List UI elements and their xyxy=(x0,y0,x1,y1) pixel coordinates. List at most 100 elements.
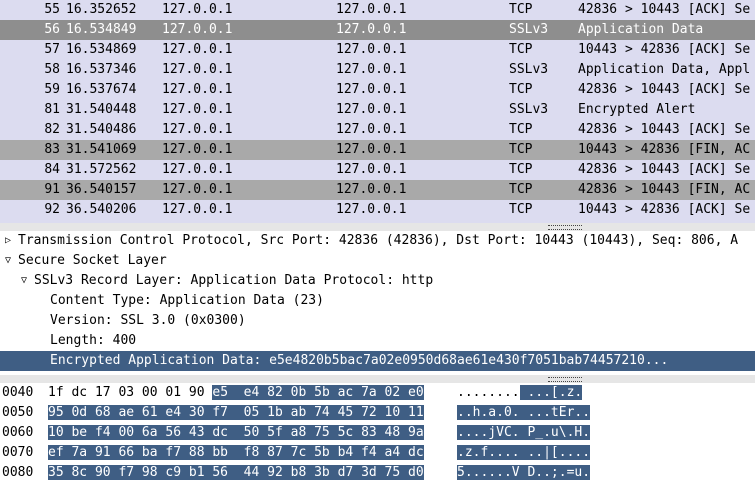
hex-bytes[interactable]: 35 8c 90 f7 98 c9 b1 56 44 92 b8 3b d7 3… xyxy=(48,463,424,483)
packet-destination: 127.0.0.1 xyxy=(336,162,407,177)
ascii-bytes[interactable]: ........ ...[.z. xyxy=(457,383,583,403)
tree-row-label: Length: 400 xyxy=(50,333,137,348)
tree-row[interactable]: ▷ Transmission Control Protocol, Src Port… xyxy=(0,231,755,251)
packet-protocol: TCP xyxy=(509,122,533,137)
hex-bytes-selected: 95 0d 68 ae 61 e4 30 f7 05 1b ab 74 45 7… xyxy=(48,405,424,420)
packet-number: 57 xyxy=(44,42,60,57)
bytes-row: 0040 1f dc 17 03 00 01 90 e5 e4 82 0b 5b … xyxy=(0,383,755,403)
packet-number: 55 xyxy=(44,2,60,17)
packet-row[interactable]: 59 16.537674 127.0.0.1 127.0.0.1 TCP 42836 > … xyxy=(0,80,755,100)
tree-row[interactable]: Version: SSL 3.0 (0x0300) xyxy=(0,311,755,331)
packet-source: 127.0.0.1 xyxy=(162,162,233,177)
packet-info: 42836 > 10443 [ACK] Se xyxy=(578,162,751,177)
ascii-bytes-plain: ........ xyxy=(457,385,520,400)
tree-row-label: Version: SSL 3.0 (0x0300) xyxy=(50,313,246,328)
packet-time: 31.540448 xyxy=(66,102,137,117)
hex-bytes[interactable]: 1f dc 17 03 00 01 90 e5 e4 82 0b 5b ac 7… xyxy=(48,383,424,403)
packet-source: 127.0.0.1 xyxy=(162,182,233,197)
hex-bytes-selected: ef 7a 91 66 ba f7 88 bb f8 87 7c 5b b4 f… xyxy=(48,445,424,460)
packet-source: 127.0.0.1 xyxy=(162,62,233,77)
packet-number: 83 xyxy=(44,142,60,157)
packet-protocol: TCP xyxy=(509,142,533,157)
collapse-triangle-icon[interactable]: ▷ xyxy=(2,231,14,251)
packet-info: 10443 > 42836 [FIN, AC xyxy=(578,142,751,157)
ascii-bytes-selected: .z.f.... ..|[.... xyxy=(457,445,591,460)
ascii-bytes-selected: ...[.z. xyxy=(519,385,583,400)
packet-source: 127.0.0.1 xyxy=(162,202,233,217)
packet-row[interactable]: 56 16.534849 127.0.0.1 127.0.0.1 SSLv3 Applic… xyxy=(0,20,755,40)
packet-time: 16.537346 xyxy=(66,62,137,77)
tree-row-label: Content Type: Application Data (23) xyxy=(50,293,324,308)
packet-time: 16.534869 xyxy=(66,42,137,57)
tree-row[interactable]: ▽ Secure Socket Layer xyxy=(0,251,755,271)
packet-destination: 127.0.0.1 xyxy=(336,182,407,197)
packet-destination: 127.0.0.1 xyxy=(336,42,407,57)
packet-row[interactable]: 84 31.572562 127.0.0.1 127.0.0.1 TCP 42836 > … xyxy=(0,160,755,180)
packet-source: 127.0.0.1 xyxy=(162,22,233,37)
detail-bytes-splitter[interactable] xyxy=(0,375,755,383)
packet-row[interactable]: 82 31.540486 127.0.0.1 127.0.0.1 TCP 42836 > … xyxy=(0,120,755,140)
packet-source: 127.0.0.1 xyxy=(162,82,233,97)
tree-row-label: Transmission Control Protocol, Src Port:… xyxy=(18,233,739,248)
splitter-grip[interactable] xyxy=(548,225,582,230)
packet-time: 36.540157 xyxy=(66,182,137,197)
ascii-bytes-selected: 5......V D..;.=u. xyxy=(457,465,591,480)
hex-bytes-selected: 35 8c 90 f7 98 c9 b1 56 44 92 b8 3b d7 3… xyxy=(48,465,424,480)
ascii-bytes[interactable]: ....jVC. P_.u\.H. xyxy=(457,423,591,443)
ascii-bytes[interactable]: .z.f.... ..|[.... xyxy=(457,443,591,463)
packet-info: Application Data xyxy=(578,22,704,37)
packet-row[interactable]: 83 31.541069 127.0.0.1 127.0.0.1 TCP 10443 > … xyxy=(0,140,755,160)
list-detail-splitter[interactable] xyxy=(0,223,755,231)
packet-protocol: TCP xyxy=(509,202,533,217)
ascii-bytes[interactable]: ..h.a.0. ...tEr.. xyxy=(457,403,591,423)
ascii-bytes-selected: ..h.a.0. ...tEr.. xyxy=(457,405,591,420)
hex-bytes[interactable]: 95 0d 68 ae 61 e4 30 f7 05 1b ab 74 45 7… xyxy=(48,403,424,423)
byte-offset: 0070 xyxy=(2,445,34,460)
packet-source: 127.0.0.1 xyxy=(162,122,233,137)
tree-row[interactable]: ▽ SSLv3 Record Layer: Application Data Pr… xyxy=(0,271,755,291)
tree-row[interactable]: Content Type: Application Data (23) xyxy=(0,291,755,311)
packet-number: 84 xyxy=(44,162,60,177)
packet-time: 16.534849 xyxy=(66,22,137,37)
expand-triangle-icon[interactable]: ▽ xyxy=(2,251,14,271)
tree-row[interactable]: Encrypted Application Data: e5e4820b5bac… xyxy=(0,351,755,371)
packet-row[interactable]: 55 16.352652 127.0.0.1 127.0.0.1 TCP 42836 > … xyxy=(0,0,755,20)
ascii-bytes-selected: ....jVC. P_.u\.H. xyxy=(457,425,591,440)
hex-bytes[interactable]: 10 be f4 00 6a 56 43 dc 50 5f a8 75 5c 8… xyxy=(48,423,424,443)
packet-destination: 127.0.0.1 xyxy=(336,102,407,117)
packet-info: 10443 > 42836 [ACK] Se xyxy=(578,42,751,57)
packet-source: 127.0.0.1 xyxy=(162,142,233,157)
packet-info: Encrypted Alert xyxy=(578,102,696,117)
hex-bytes-selected: 10 be f4 00 6a 56 43 dc 50 5f a8 75 5c 8… xyxy=(48,425,424,440)
byte-offset: 0050 xyxy=(2,405,34,420)
packet-row[interactable]: 81 31.540448 127.0.0.1 127.0.0.1 SSLv3 Encryp… xyxy=(0,100,755,120)
packet-protocol: TCP xyxy=(509,2,533,17)
tree-row[interactable]: Length: 400 xyxy=(0,331,755,351)
expand-triangle-icon[interactable]: ▽ xyxy=(18,271,30,291)
tree-row-label: Secure Socket Layer xyxy=(18,253,167,268)
byte-offset: 0040 xyxy=(2,385,34,400)
packet-info: Application Data, Appl xyxy=(578,62,751,77)
packet-row[interactable]: 57 16.534869 127.0.0.1 127.0.0.1 TCP 10443 > … xyxy=(0,40,755,60)
bytes-row: 0070 ef 7a 91 66 ba f7 88 bb f8 87 7c 5b … xyxy=(0,443,755,463)
bytes-row: 0060 10 be f4 00 6a 56 43 dc 50 5f a8 75 … xyxy=(0,423,755,443)
hex-bytes[interactable]: ef 7a 91 66 ba f7 88 bb f8 87 7c 5b b4 f… xyxy=(48,443,424,463)
packet-time: 16.352652 xyxy=(66,2,137,17)
packet-row[interactable]: 91 36.540157 127.0.0.1 127.0.0.1 TCP 42836 > … xyxy=(0,180,755,200)
packet-time: 31.540486 xyxy=(66,122,137,137)
packet-number: 82 xyxy=(44,122,60,137)
byte-offset: 0080 xyxy=(2,465,34,480)
packet-row[interactable]: 92 36.540206 127.0.0.1 127.0.0.1 TCP 10443 > … xyxy=(0,200,755,220)
packet-destination: 127.0.0.1 xyxy=(336,142,407,157)
packet-row[interactable]: 58 16.537346 127.0.0.1 127.0.0.1 SSLv3 Applic… xyxy=(0,60,755,80)
splitter-grip[interactable] xyxy=(548,377,582,382)
ascii-bytes[interactable]: 5......V D..;.=u. xyxy=(457,463,591,483)
packet-time: 31.572562 xyxy=(66,162,137,177)
packet-bytes-pane[interactable]: 0040 1f dc 17 03 00 01 90 e5 e4 82 0b 5b … xyxy=(0,383,755,483)
packet-destination: 127.0.0.1 xyxy=(336,22,407,37)
packet-destination: 127.0.0.1 xyxy=(336,2,407,17)
packet-number: 92 xyxy=(44,202,60,217)
packet-detail-tree[interactable]: ▷ Transmission Control Protocol, Src Port… xyxy=(0,231,755,375)
packet-number: 81 xyxy=(44,102,60,117)
packet-list[interactable]: 55 16.352652 127.0.0.1 127.0.0.1 TCP 42836 > … xyxy=(0,0,755,223)
